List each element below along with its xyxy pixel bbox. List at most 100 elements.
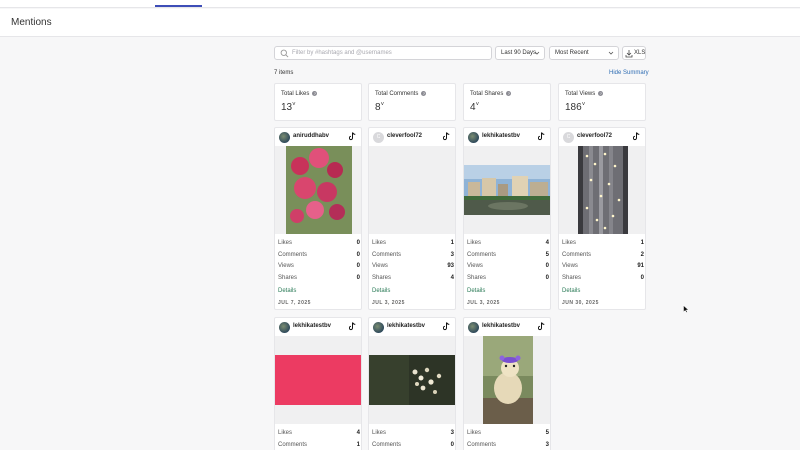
- caret-icon: ˅: [475, 102, 480, 108]
- likes-stat: Likes 0: [278, 240, 360, 246]
- info-icon[interactable]: ?: [506, 91, 512, 96]
- details-link[interactable]: Details: [467, 288, 485, 294]
- mention-card[interactable]: aniruddhabv Likes 0 Comments 0 Views 0 Shar…: [274, 127, 362, 310]
- info-icon[interactable]: ?: [421, 91, 427, 96]
- summary-value: 13˅: [281, 102, 296, 113]
- likes-stat: Likes 1: [372, 240, 454, 246]
- avatar: [373, 322, 384, 333]
- active-tab-indicator[interactable]: [155, 5, 202, 7]
- summary-label: Total Comments: [375, 91, 419, 97]
- post-media[interactable]: [275, 146, 361, 234]
- hide-summary-link[interactable]: Hide Summary: [609, 70, 649, 76]
- details-link[interactable]: Details: [562, 288, 580, 294]
- comments-stat: Comments 5: [467, 252, 549, 258]
- download-icon: [625, 50, 633, 58]
- top-navigation: [0, 0, 800, 8]
- search-input[interactable]: Filter by #hashtags and @usernames: [274, 46, 492, 60]
- avatar: C: [563, 132, 574, 143]
- shares-stat: Shares 0: [562, 275, 644, 281]
- username[interactable]: cleverfool72: [387, 133, 422, 139]
- info-icon[interactable]: ?: [598, 91, 604, 96]
- export-label: XLS: [634, 50, 646, 56]
- sort-select[interactable]: Most Recent: [549, 46, 619, 60]
- sort-value: Most Recent: [555, 50, 589, 56]
- tiktok-icon: [443, 132, 450, 141]
- date-range-select[interactable]: Last 90 Days: [495, 46, 545, 60]
- caret-icon: ˅: [292, 102, 296, 108]
- post-date: JUL 3, 2025: [467, 300, 500, 306]
- tiktok-icon: [349, 132, 356, 141]
- likes-stat: Likes 3: [372, 430, 454, 436]
- mention-card[interactable]: lekhikatestbv Likes 3 Comments 0: [368, 317, 456, 450]
- shares-stat: Shares 0: [467, 275, 549, 281]
- summary-total-likes: Total Likes? 13˅: [274, 83, 362, 121]
- summary-label: Total Views: [565, 91, 596, 97]
- summary-total-comments: Total Comments? 8˅: [368, 83, 456, 121]
- post-date: JUL 7, 2025: [278, 300, 311, 306]
- likes-stat: Likes 1: [562, 240, 644, 246]
- summary-label: Total Shares: [470, 91, 504, 97]
- curtain-lights-photo: [578, 146, 628, 234]
- caret-icon: ˅: [380, 102, 385, 108]
- likes-stat: Likes 5: [467, 430, 549, 436]
- export-xls-button[interactable]: XLS: [622, 46, 646, 60]
- items-count: 7 items: [274, 70, 294, 76]
- likes-stat: Likes 4: [278, 430, 360, 436]
- views-stat: Views 0: [467, 263, 549, 269]
- post-date: JUN 30, 2025: [562, 300, 599, 306]
- mention-card[interactable]: C cleverfool72 Likes 1 Comments 3 Views 93 …: [368, 127, 456, 310]
- page-header: Mentions: [0, 9, 800, 37]
- flower-photo: [286, 146, 352, 234]
- tiktok-icon: [443, 322, 450, 331]
- chevron-down-icon: [608, 51, 614, 55]
- tiktok-icon: [538, 322, 545, 331]
- comments-stat: Comments 0: [278, 252, 360, 258]
- date-range-value: Last 90 Days: [501, 50, 537, 56]
- username[interactable]: aniruddhabv: [293, 133, 329, 139]
- post-media[interactable]: [559, 146, 645, 234]
- search-icon: [280, 49, 289, 58]
- username[interactable]: cleverfool72: [577, 133, 612, 139]
- pink-block-photo: [275, 355, 361, 405]
- mention-card[interactable]: lekhikatestbv Likes 4 Comments 5 Views 0 Sh…: [463, 127, 551, 310]
- summary-value: 186˅: [565, 102, 586, 113]
- comments-stat: Comments 3: [467, 442, 549, 448]
- shares-stat: Shares 0: [278, 275, 360, 281]
- post-media[interactable]: [369, 336, 455, 424]
- username[interactable]: lekhikatestbv: [293, 323, 331, 329]
- mention-card[interactable]: C cleverfool72 Likes 1 Comments 2 Views 91 …: [558, 127, 646, 310]
- city-photo: [464, 165, 550, 215]
- comments-stat: Comments 0: [372, 442, 454, 448]
- tiktok-icon: [633, 132, 640, 141]
- username[interactable]: lekhikatestbv: [387, 323, 425, 329]
- avatar: C: [373, 132, 384, 143]
- mention-card[interactable]: lekhikatestbv Likes 5 Comments 3: [463, 317, 551, 450]
- post-date: JUL 3, 2025: [372, 300, 405, 306]
- details-link[interactable]: Details: [278, 288, 296, 294]
- caret-icon: ˅: [581, 102, 586, 108]
- username[interactable]: lekhikatestbv: [482, 323, 520, 329]
- tiktok-icon: [538, 132, 545, 141]
- username[interactable]: lekhikatestbv: [482, 133, 520, 139]
- mention-card[interactable]: lekhikatestbv Likes 4 Comments 1: [274, 317, 362, 450]
- mouse-cursor-icon: [683, 305, 689, 313]
- views-stat: Views 91: [562, 263, 644, 269]
- post-media[interactable]: [275, 336, 361, 424]
- details-link[interactable]: Details: [372, 288, 390, 294]
- page-title: Mentions: [11, 17, 52, 28]
- dog-photo: [483, 336, 533, 424]
- shares-stat: Shares 4: [372, 275, 454, 281]
- summary-label: Total Likes: [281, 91, 310, 97]
- search-placeholder: Filter by #hashtags and @usernames: [292, 50, 392, 56]
- summary-value: 4˅: [470, 102, 480, 113]
- views-stat: Views 0: [278, 263, 360, 269]
- post-media-placeholder[interactable]: [369, 146, 455, 234]
- post-media[interactable]: [464, 146, 550, 234]
- post-media[interactable]: [464, 336, 550, 424]
- avatar: [279, 322, 290, 333]
- tiktok-icon: [349, 322, 356, 331]
- likes-stat: Likes 4: [467, 240, 549, 246]
- info-icon[interactable]: ?: [312, 91, 318, 96]
- avatar: [468, 132, 479, 143]
- blossom-photo: [369, 355, 455, 405]
